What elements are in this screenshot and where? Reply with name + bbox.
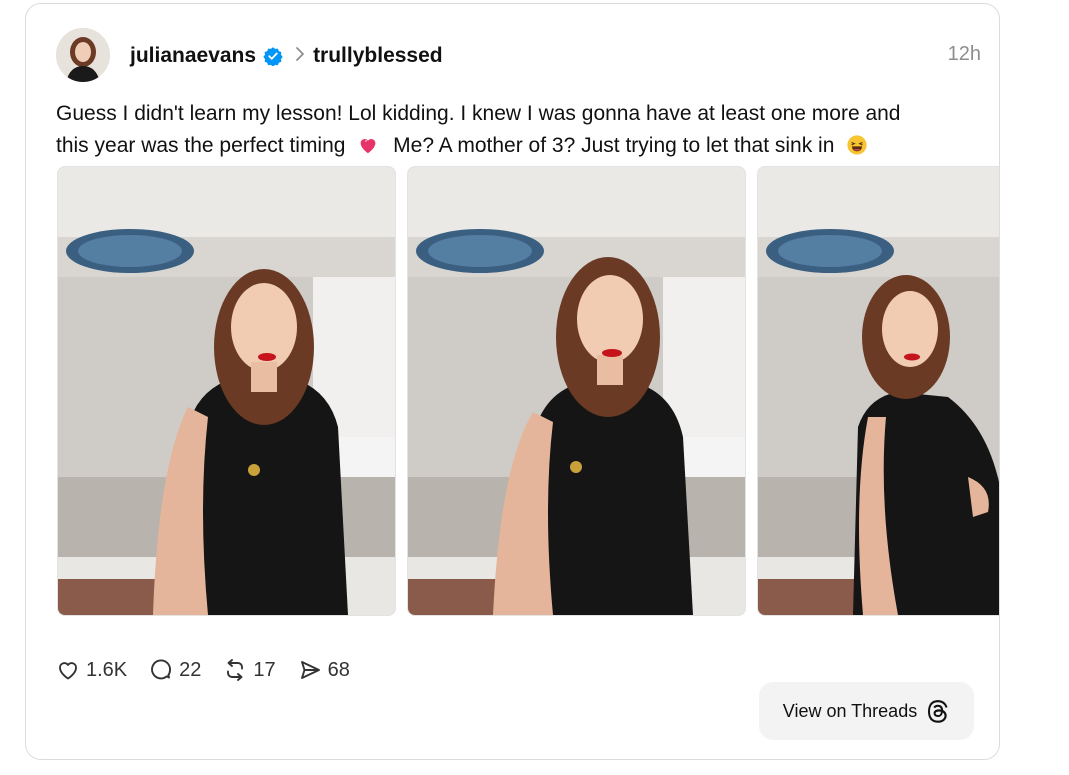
view-on-threads-button[interactable]: View on Threads	[759, 682, 974, 740]
post-timestamp: 12h	[947, 43, 981, 65]
post-header: julianaevans trullyblessed 12h	[56, 28, 981, 84]
photo-2[interactable]	[407, 166, 746, 616]
share-count: 68	[327, 658, 350, 681]
post-text-segment-a: this year was the perfect timing	[56, 134, 346, 157]
view-on-threads-label: View on Threads	[782, 700, 918, 721]
threads-logo-icon	[928, 700, 948, 723]
post-text: Guess I didn't learn my lesson! Lol kidd…	[56, 98, 976, 162]
user-line: julianaevans trullyblessed	[130, 42, 443, 70]
comment-icon	[151, 659, 172, 680]
post-text-segment-b: Me? A mother of 3? Just trying to let th…	[393, 134, 835, 157]
photo-gallery[interactable]	[57, 166, 999, 616]
share-button[interactable]: 68	[298, 658, 350, 682]
reply-to-username-link[interactable]: trullyblessed	[313, 44, 443, 68]
reply-count: 22	[179, 658, 202, 681]
like-count: 1.6K	[86, 658, 128, 681]
chevron-right-icon	[295, 45, 305, 68]
repost-button[interactable]: 17	[223, 658, 276, 682]
like-button[interactable]: 1.6K	[56, 658, 127, 682]
photo-1[interactable]	[57, 166, 396, 616]
post-text-line-2: this year was the perfect timing Me? A m…	[56, 130, 976, 162]
laughing-emoji-icon	[847, 135, 867, 155]
threads-post-card: julianaevans trullyblessed 12h Guess I d…	[25, 3, 1000, 760]
send-icon	[300, 661, 320, 679]
photo-3-image	[758, 167, 999, 615]
verified-badge-icon	[263, 47, 283, 66]
avatar[interactable]	[56, 28, 110, 82]
repost-icon	[227, 659, 244, 681]
photo-1-image	[58, 167, 395, 615]
photo-2-image	[408, 167, 745, 615]
photo-3[interactable]	[757, 166, 999, 616]
username-link[interactable]: julianaevans	[130, 44, 256, 68]
heart-icon	[59, 662, 77, 680]
reply-button[interactable]: 22	[149, 658, 201, 682]
avatar-image	[56, 28, 110, 82]
heart-emoji-icon	[360, 139, 376, 154]
repost-count: 17	[253, 658, 276, 681]
post-text-line-1: Guess I didn't learn my lesson! Lol kidd…	[56, 102, 901, 125]
post-actions: 1.6K 22 17 68	[56, 654, 372, 686]
